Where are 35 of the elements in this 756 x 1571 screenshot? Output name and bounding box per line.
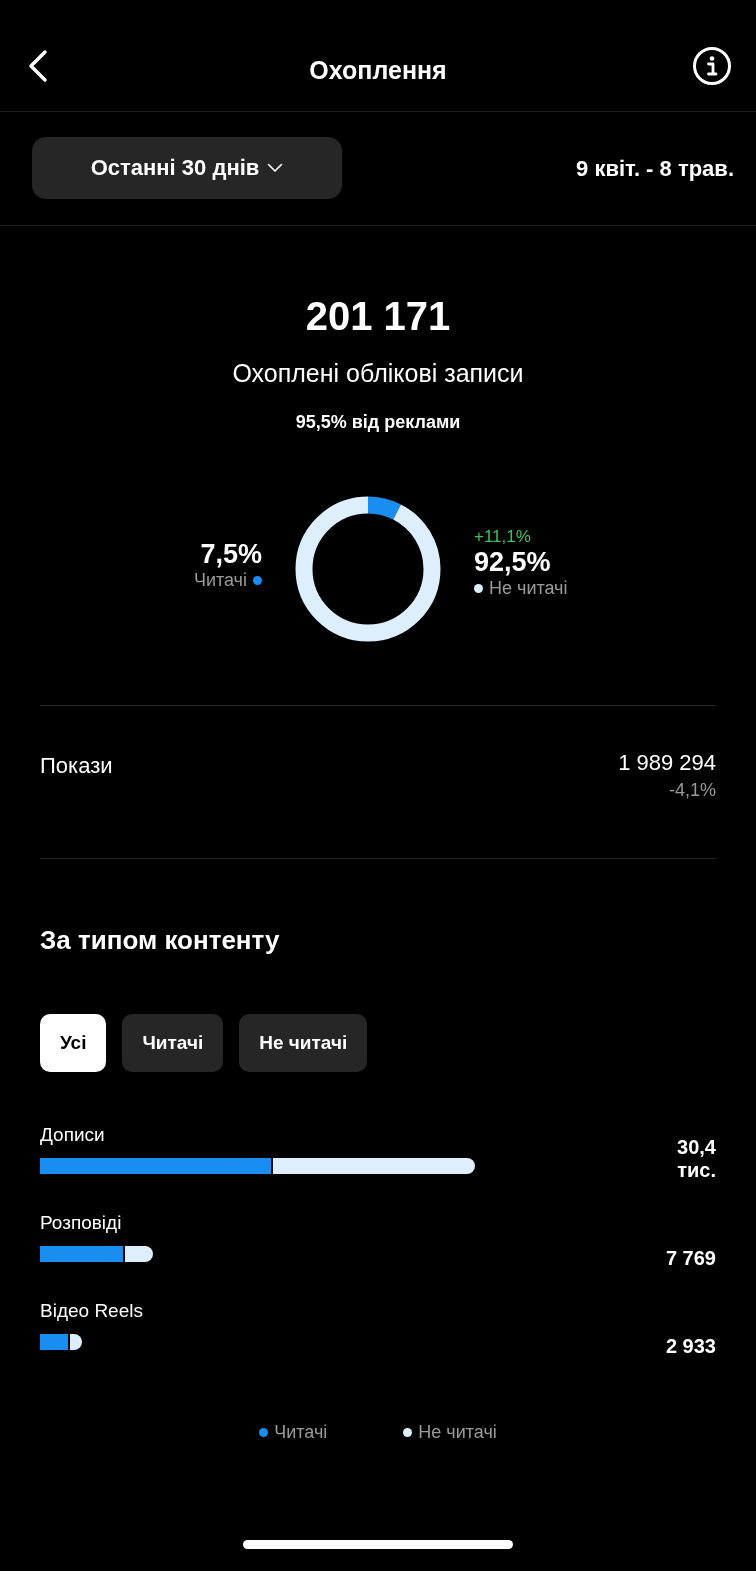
filter-tab[interactable]: Читачі <box>122 1014 224 1072</box>
readers-bar <box>40 1334 68 1350</box>
page-title: Охоплення <box>309 56 447 85</box>
content-value: 7 769 <box>664 1247 716 1270</box>
reach-total: 201 171 <box>305 294 451 339</box>
content-type-label: Дописи <box>40 1124 106 1146</box>
chevron-down-icon <box>267 162 284 173</box>
filter-tab[interactable]: Усі <box>40 1014 107 1072</box>
legend-dot <box>259 1428 269 1437</box>
filter-tab[interactable]: Не читачі <box>239 1014 368 1072</box>
readers-percent: 7,5% <box>200 539 262 570</box>
legend-dot <box>474 584 483 593</box>
info-icon[interactable] <box>692 45 732 86</box>
back-icon[interactable] <box>28 48 48 83</box>
content-type-label: Відео Reels <box>40 1300 144 1322</box>
date-range: 9 квіт. - 8 трав. <box>576 155 734 182</box>
impressions-label: Покази <box>40 753 113 780</box>
section-title: За типом контенту <box>39 924 281 956</box>
non-readers-label: Не читачі <box>489 578 568 599</box>
non-readers-percent: 92,5% <box>474 547 551 578</box>
content-value: 30,4 тис. <box>676 1136 716 1182</box>
readers-label: Читачі <box>193 570 247 591</box>
content-type-label: Розповіді <box>40 1212 123 1234</box>
legend-dot <box>253 576 262 585</box>
reach-label: Охоплені облікові записи <box>232 359 524 388</box>
non-readers-bar <box>122 1246 154 1262</box>
legend-dot <box>403 1428 413 1437</box>
content-value: 2 933 <box>664 1335 716 1358</box>
impressions-change: -4,1% <box>668 780 716 801</box>
legend-label: Не читачі <box>418 1422 497 1443</box>
period-dropdown[interactable]: Останні 30 днів <box>32 136 342 199</box>
impressions-value: 1 989 294 <box>618 750 716 776</box>
ads-note: 95,5% від реклами <box>295 412 461 433</box>
legend-label: Читачі <box>274 1422 328 1443</box>
change-percent: +11,1% <box>474 527 531 547</box>
